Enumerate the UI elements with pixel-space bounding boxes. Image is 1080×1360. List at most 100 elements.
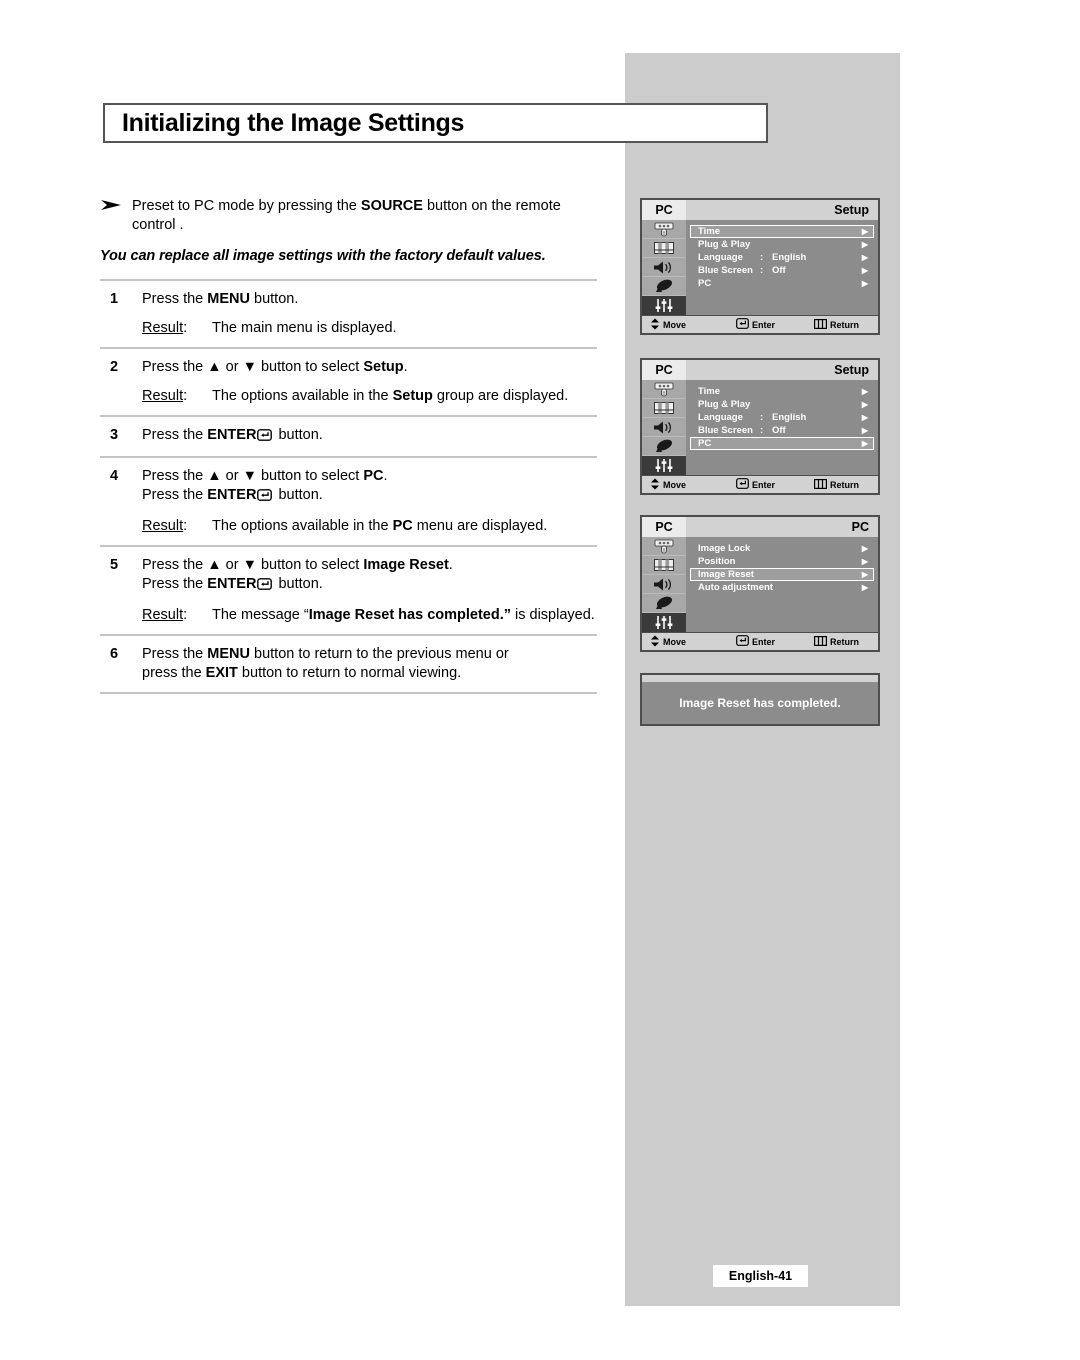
osd-hint-move: Move [642, 635, 736, 649]
osd-menu-item[interactable]: Image Reset ▶ [690, 568, 874, 581]
osd-footer-hints: Move Enter Return [642, 475, 878, 493]
osd-item-colon: : [760, 265, 764, 276]
osd-item-label: Auto adjustment [698, 582, 773, 593]
text-line: The options available in the PC menu are… [212, 518, 548, 534]
sound-icon[interactable] [642, 575, 686, 594]
step-result: Result: The main menu is displayed. [142, 319, 600, 338]
input-source-icon[interactable] [642, 220, 686, 239]
input-source-icon[interactable] [642, 537, 686, 556]
step-number: 2 [110, 359, 119, 375]
osd-menu-item[interactable]: Time ▶ [690, 225, 874, 238]
chevron-right-icon: ▶ [861, 569, 868, 579]
osd-item-list: Image Lock ▶ Position ▶ Image Reset ▶ Auto adj… [686, 537, 878, 632]
chevron-right-icon: ▶ [861, 252, 868, 262]
chevron-right-icon: ▶ [861, 543, 868, 553]
text-line: The message “Image Reset has completed.”… [212, 607, 595, 623]
arrow-bullet-icon [100, 197, 132, 212]
enter-key-icon [257, 488, 273, 507]
osd-menu-item[interactable]: Blue Screen: Off ▶ [690, 264, 874, 277]
step-body: Press the ▲ or ▼ button to select Setup.… [142, 358, 600, 406]
picture-icon[interactable] [642, 399, 686, 418]
osd-hint-move: Move [642, 478, 736, 492]
step-divider [100, 692, 597, 694]
osd-hint-return-label: Return [830, 479, 859, 490]
chevron-right-icon: ▶ [861, 582, 868, 592]
step-number: 5 [110, 557, 119, 573]
step-body: Press the ENTER button. [142, 426, 600, 447]
channel-dish-icon[interactable] [642, 437, 686, 456]
step-body: Press the MENU button to return to the p… [142, 645, 600, 683]
osd-menu-item[interactable]: Language: English ▶ [690, 411, 874, 424]
osd-menu-item[interactable]: Position ▶ [690, 555, 874, 568]
osd-item-label: PC [698, 438, 712, 449]
osd-footer-hints: Move Enter Return [642, 632, 878, 650]
step-row: 6 Press the MENU button to return to the … [100, 636, 600, 692]
picture-icon[interactable] [642, 239, 686, 258]
osd-menu-item[interactable]: Language: English ▶ [690, 251, 874, 264]
setup-sliders-icon[interactable] [642, 456, 686, 475]
osd-menu-item[interactable]: Blue Screen: Off ▶ [690, 424, 874, 437]
text-line: The options available in the Setup group… [212, 388, 569, 404]
osd-hint-return-label: Return [830, 636, 859, 647]
osd-message-text: Image Reset has completed. [679, 696, 841, 710]
chevron-right-icon: ▶ [861, 399, 868, 409]
setup-sliders-icon[interactable] [642, 613, 686, 632]
step-row: 3 Press the ENTER button. [100, 417, 600, 456]
osd-item-label: Image Lock [698, 543, 751, 554]
enter-key-icon [257, 577, 273, 596]
osd-hint-enter: Enter [736, 635, 814, 648]
osd-body: Image Lock ▶ Position ▶ Image Reset ▶ Auto adj… [642, 537, 878, 632]
osd-header-menu-title: Setup [834, 203, 869, 217]
osd-menu-item[interactable]: Time ▶ [690, 385, 874, 398]
chevron-right-icon: ▶ [861, 386, 868, 396]
text-line: press the EXIT button to return to norma… [142, 665, 462, 681]
page-title-box: Initializing the Image Settings [103, 103, 768, 143]
osd-hint-move-label: Move [663, 636, 687, 647]
note-text: Preset to PC mode by pressing the SOURCE… [132, 198, 561, 233]
chevron-right-icon: ▶ [861, 412, 868, 422]
enter-key-icon [257, 428, 273, 447]
result-label: Result: [142, 607, 188, 623]
menu-return-icon [814, 635, 828, 648]
result-label: Result: [142, 518, 188, 534]
osd-menu-item[interactable]: Plug & Play ▶ [690, 238, 874, 251]
osd-menu-item[interactable]: Plug & Play ▶ [690, 398, 874, 411]
osd-item-value: English [772, 412, 807, 423]
pc-menu-image-reset-selected: PC PC Image Lock ▶ Position ▶ Image Reset ▶ Auto… [640, 515, 880, 652]
osd-menu-item[interactable]: PC ▶ [690, 277, 874, 290]
picture-icon[interactable] [642, 556, 686, 575]
osd-message-box: Image Reset has completed. [640, 673, 880, 726]
text-line: The main menu is displayed. [212, 320, 397, 336]
step-body: Press the ▲ or ▼ button to select PC. Pre… [142, 467, 600, 536]
chevron-right-icon: ▶ [861, 438, 868, 448]
osd-menu-item[interactable]: Image Lock ▶ [690, 542, 874, 555]
osd-menu-item[interactable]: PC ▶ [690, 437, 874, 450]
osd-menu-item[interactable]: Auto adjustment ▶ [690, 581, 874, 594]
osd-header: PC PC [642, 517, 878, 537]
osd-item-label: Plug & Play [698, 399, 751, 410]
channel-dish-icon[interactable] [642, 277, 686, 296]
step-number: 3 [110, 427, 119, 443]
text-line: Press the ▲ or ▼ button to select Image … [142, 557, 453, 573]
setup-sliders-icon[interactable] [642, 296, 686, 315]
sound-icon[interactable] [642, 258, 686, 277]
channel-dish-icon[interactable] [642, 594, 686, 613]
osd-item-label: Blue Screen [698, 425, 753, 436]
osd-item-label: Position [698, 556, 736, 567]
chevron-right-icon: ▶ [861, 556, 868, 566]
input-source-icon[interactable] [642, 380, 686, 399]
osd-item-label: Image Reset [698, 569, 754, 580]
result-text: The options available in the PC menu are… [212, 517, 600, 536]
step-row: 2 Press the ▲ or ▼ button to select Setup… [100, 349, 600, 415]
osd-hint-return: Return [814, 318, 859, 331]
osd-hint-move: Move [642, 318, 736, 332]
osd-item-colon: : [760, 425, 764, 436]
step-row: 5 Press the ▲ or ▼ button to select Image… [100, 547, 600, 634]
osd-header-source-label: PC [642, 360, 686, 380]
up-down-arrows-icon [650, 318, 660, 332]
text-line: Press the MENU button. [142, 291, 299, 307]
osd-hint-return-label: Return [830, 319, 859, 330]
sound-icon[interactable] [642, 418, 686, 437]
osd-header: PC Setup [642, 200, 878, 220]
page-number-label: English-41 [728, 1269, 793, 1283]
